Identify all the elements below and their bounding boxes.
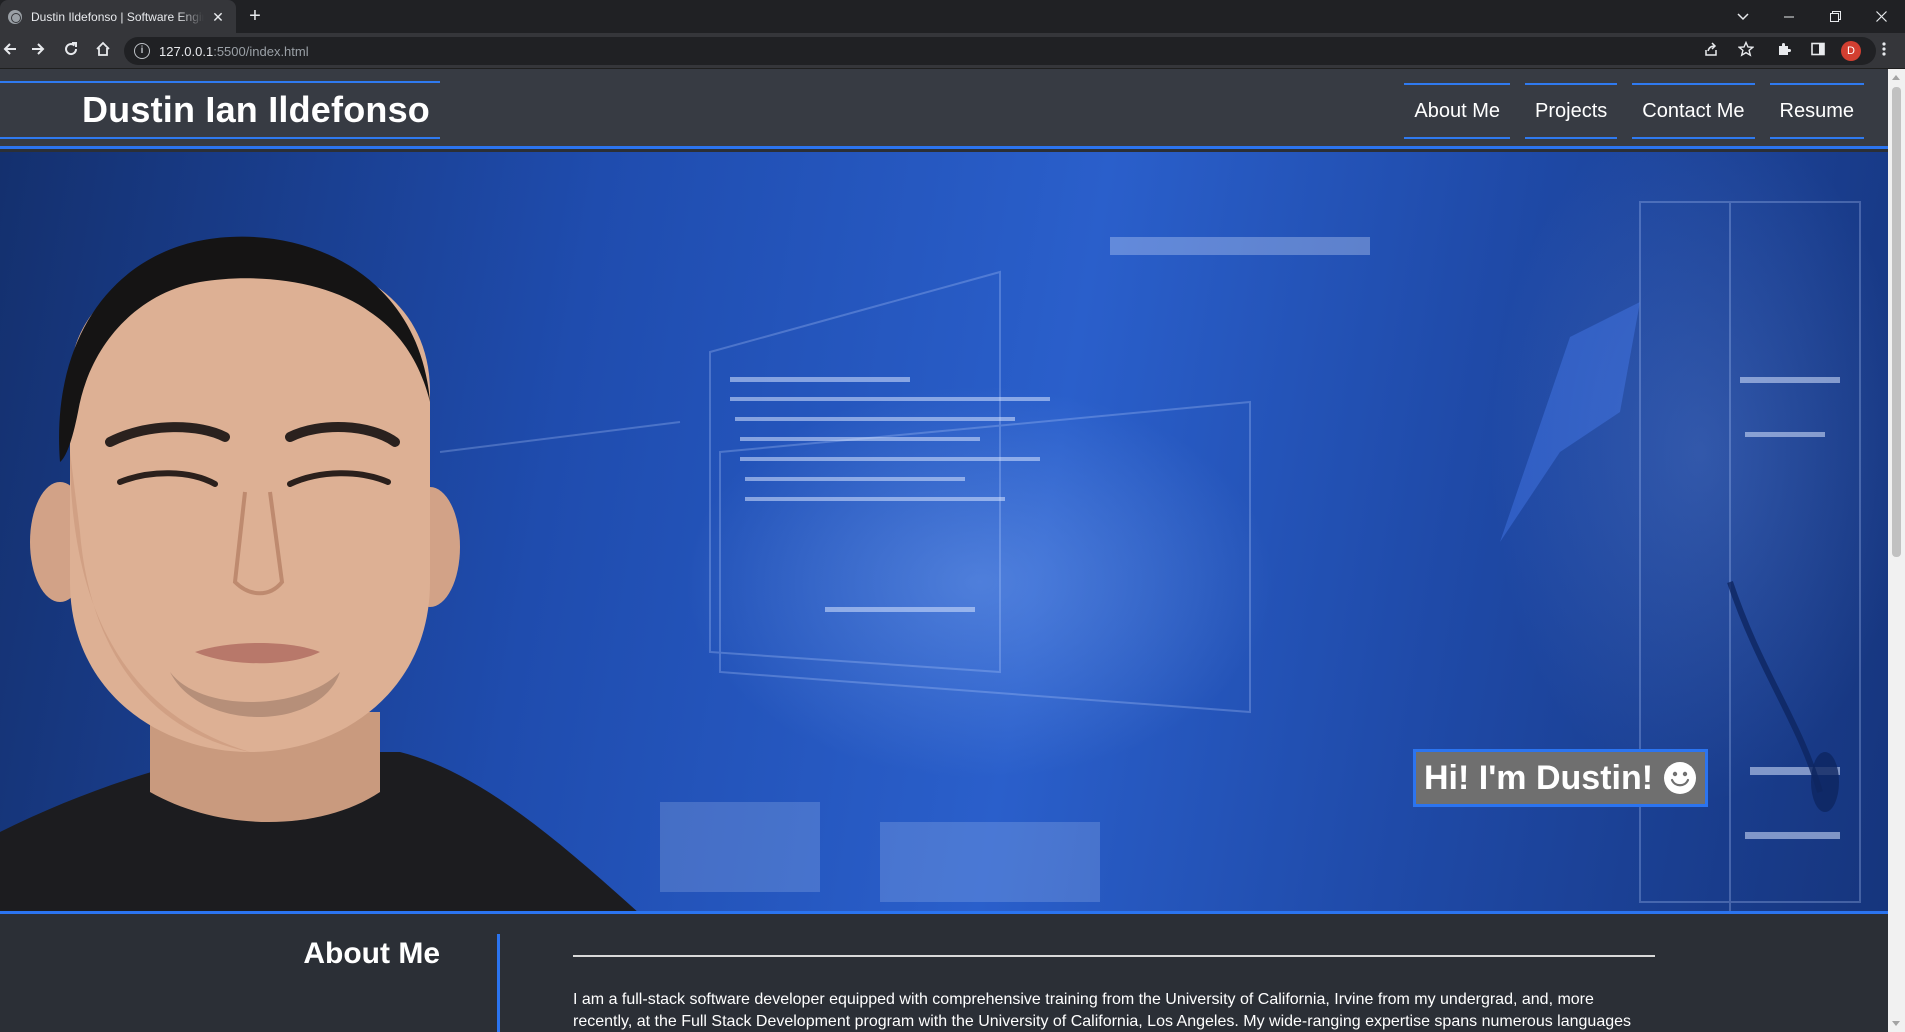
about-heading: About Me: [303, 937, 440, 970]
restore-icon[interactable]: [1812, 0, 1858, 33]
about-rule: [573, 955, 1655, 957]
url-text: 127.0.0.1:5500/index.html: [159, 44, 309, 59]
about-section: About Me I am a full-stack software deve…: [0, 917, 1888, 1032]
page-scrollbar[interactable]: [1888, 69, 1905, 1032]
reload-icon[interactable]: [61, 41, 81, 61]
browser-tab-bar: Dustin Ildefonso | Software Engineer ✕ +: [0, 0, 1905, 33]
forward-icon[interactable]: [28, 41, 48, 61]
back-icon[interactable]: [0, 41, 20, 61]
page-viewport: Dustin Ian Ildefonso About Me Projects C…: [0, 69, 1888, 1032]
site-brand: Dustin Ian Ildefonso: [0, 81, 440, 139]
home-icon[interactable]: [93, 41, 113, 61]
address-bar[interactable]: i 127.0.0.1:5500/index.html: [124, 37, 1876, 65]
new-tab-button[interactable]: +: [244, 6, 266, 28]
browser-menu-icon[interactable]: [1874, 41, 1894, 61]
about-paragraph: I am a full-stack software developer equ…: [573, 991, 1632, 1030]
minimize-icon[interactable]: [1766, 0, 1812, 33]
nav-about-me[interactable]: About Me: [1404, 83, 1510, 139]
about-divider: [497, 934, 500, 1032]
tab-title: Dustin Ildefonso | Software Engineer: [31, 9, 204, 24]
browser-toolbar: i 127.0.0.1:5500/index.html D: [0, 33, 1905, 69]
window-close-icon[interactable]: [1858, 0, 1904, 33]
profile-avatar[interactable]: D: [1841, 41, 1861, 61]
nav-projects[interactable]: Projects: [1525, 83, 1618, 139]
tab-search-icon[interactable]: [1720, 0, 1766, 33]
site-info-icon[interactable]: i: [134, 43, 150, 59]
nav-resume[interactable]: Resume: [1769, 83, 1864, 139]
smiley-icon: [1664, 762, 1697, 794]
site-header: Dustin Ian Ildefonso About Me Projects C…: [0, 69, 1888, 149]
greeting-text: Hi! I'm Dustin!: [1424, 758, 1654, 797]
main-nav: About Me Projects Contact Me Resume: [1404, 83, 1864, 139]
greeting-badge: Hi! I'm Dustin!: [1413, 749, 1709, 807]
scroll-up-icon[interactable]: [1892, 75, 1900, 80]
bookmark-star-icon[interactable]: [1736, 40, 1756, 61]
nav-contact-me[interactable]: Contact Me: [1632, 83, 1755, 139]
hero-banner: Hi! I'm Dustin!: [0, 152, 1888, 914]
globe-icon: [8, 9, 22, 24]
tab-close-icon[interactable]: ✕: [210, 9, 226, 25]
scroll-down-icon[interactable]: [1892, 1021, 1900, 1026]
share-icon[interactable]: [1701, 41, 1721, 61]
browser-tab[interactable]: Dustin Ildefonso | Software Engineer ✕: [0, 0, 236, 33]
extensions-icon[interactable]: [1774, 41, 1794, 61]
side-panel-icon[interactable]: [1808, 41, 1828, 61]
profile-photo: [0, 236, 637, 911]
site-title: Dustin Ian Ildefonso: [81, 89, 430, 130]
scrollbar-thumb[interactable]: [1892, 87, 1901, 557]
